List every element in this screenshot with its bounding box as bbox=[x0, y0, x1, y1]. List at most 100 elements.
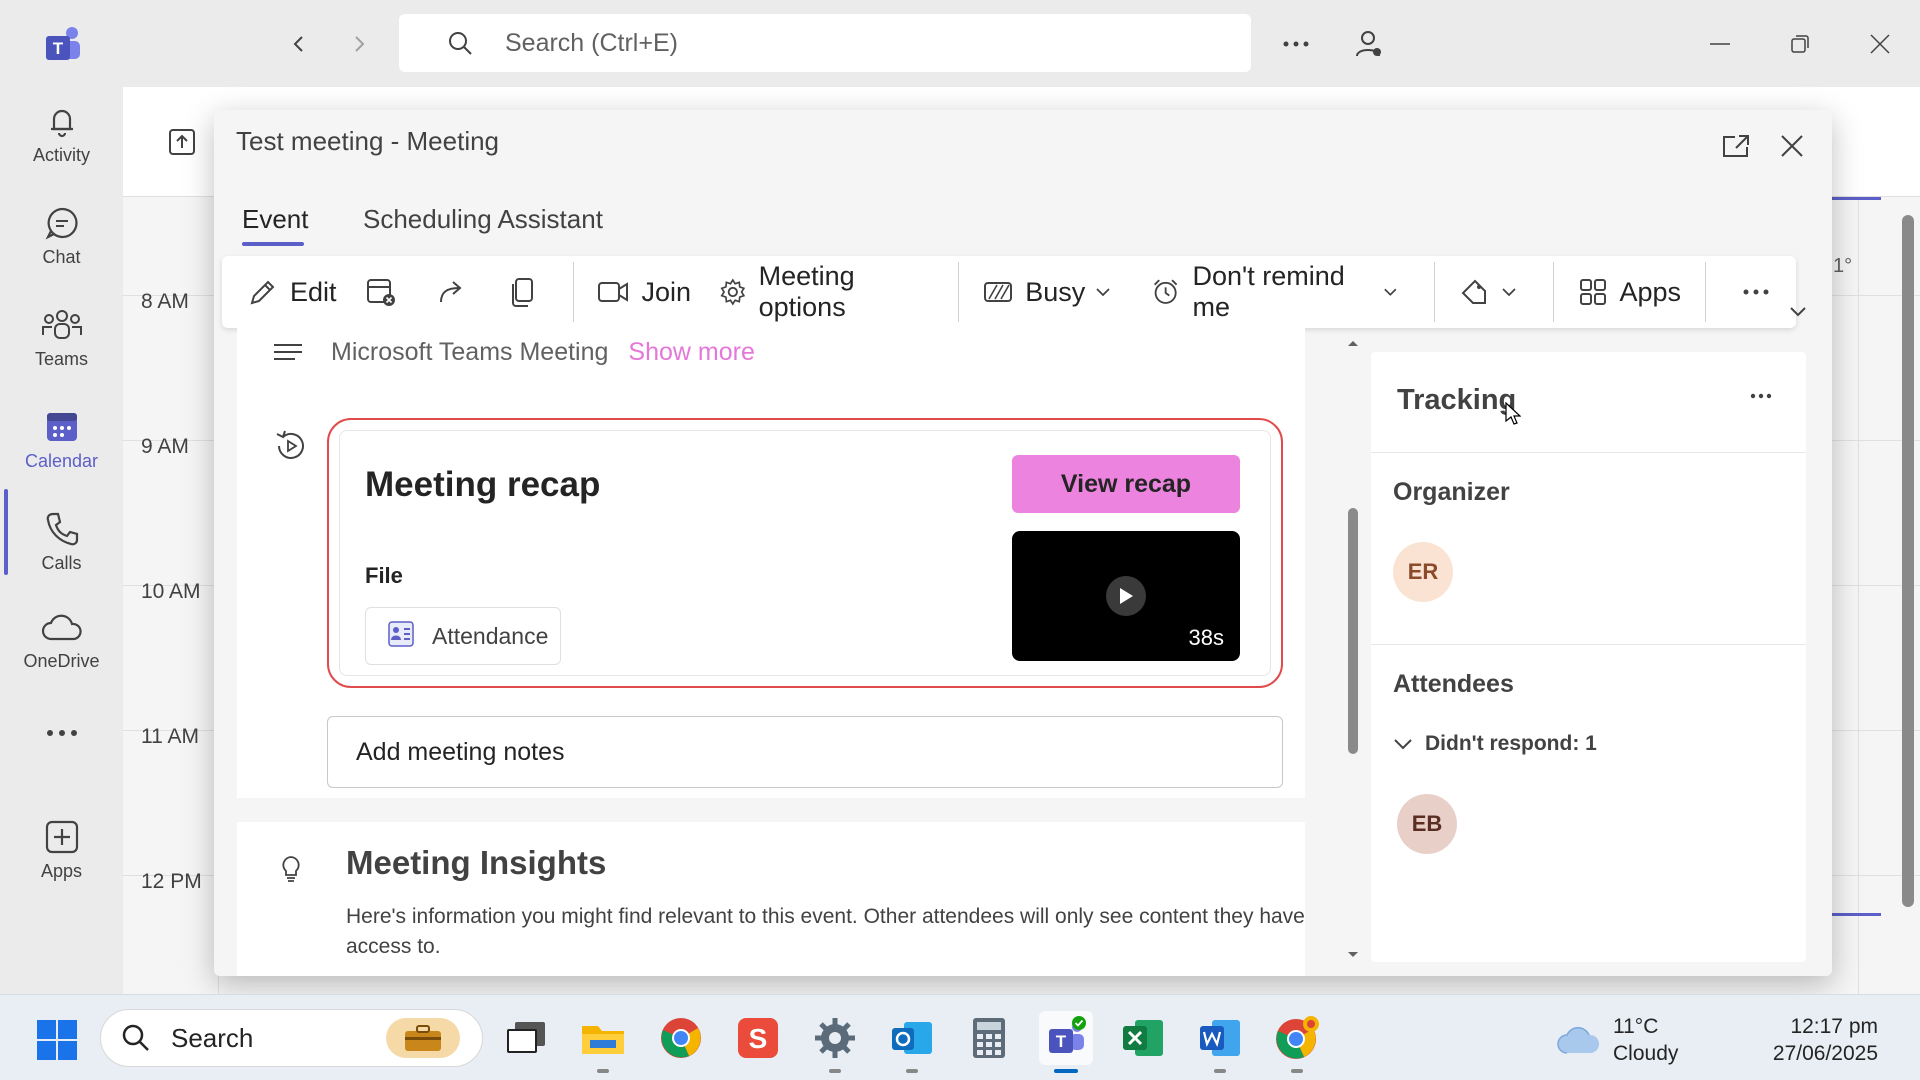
forward-meeting-button[interactable] bbox=[423, 256, 495, 328]
taskbar: Search S T 11°C Cloudy 12:17 pm 27/06/20… bbox=[0, 994, 1920, 1080]
teams-taskbar-icon[interactable]: T bbox=[1039, 1011, 1093, 1073]
apps-button[interactable]: Apps bbox=[1564, 256, 1696, 328]
excel-icon[interactable] bbox=[1116, 1011, 1170, 1065]
app-rail: Activity Chat Teams Calendar Calls OneDr… bbox=[0, 87, 123, 994]
reminder-dropdown[interactable]: Don't remind me bbox=[1137, 256, 1423, 328]
rail-label-calendar: Calendar bbox=[24, 451, 99, 471]
details-scrollbar-thumb[interactable] bbox=[1348, 508, 1358, 754]
close-window-button[interactable] bbox=[1858, 22, 1902, 66]
calendar-scrollbar[interactable] bbox=[1902, 215, 1914, 907]
profile-icon[interactable] bbox=[1348, 24, 1388, 64]
tab-event[interactable]: Event bbox=[242, 204, 309, 235]
insights-title: Meeting Insights bbox=[346, 844, 607, 881]
show-more-link[interactable]: Show more bbox=[628, 338, 754, 367]
description-icon bbox=[274, 343, 302, 360]
didnt-respond-label: Didn't respond: 1 bbox=[1425, 732, 1597, 755]
attendance-file[interactable]: Attendance bbox=[365, 607, 561, 665]
restore-button[interactable] bbox=[1778, 22, 1822, 66]
pop-out-button[interactable] bbox=[1718, 128, 1754, 164]
pencil-icon bbox=[250, 280, 275, 305]
chrome-profile-icon[interactable] bbox=[1270, 1011, 1324, 1073]
add-meeting-notes-button[interactable]: Add meeting notes bbox=[327, 716, 1283, 788]
today-icon[interactable] bbox=[167, 127, 197, 157]
rail-calendar[interactable]: Calendar bbox=[0, 407, 123, 472]
attendance-label: Attendance bbox=[432, 622, 549, 649]
attendance-report-icon bbox=[386, 619, 416, 654]
tracking-panel: Tracking Organizer ER Attendees Didn't r… bbox=[1371, 352, 1806, 962]
view-recap-button[interactable]: View recap bbox=[1012, 455, 1240, 513]
settings-gear-icon[interactable] bbox=[808, 1011, 862, 1073]
tracking-more-button[interactable] bbox=[1750, 386, 1772, 404]
active-app-indicator bbox=[1054, 1069, 1078, 1073]
cancel-meeting-button[interactable] bbox=[351, 256, 423, 328]
rail-more[interactable] bbox=[0, 729, 123, 737]
back-button[interactable] bbox=[281, 26, 317, 62]
running-indicator bbox=[597, 1069, 609, 1073]
organizer-heading: Organizer bbox=[1393, 478, 1510, 506]
rail-teams[interactable]: Teams bbox=[0, 305, 123, 370]
scroll-up-arrow-icon[interactable] bbox=[1346, 338, 1360, 348]
reminder-label: Don't remind me bbox=[1192, 261, 1345, 322]
avatar[interactable]: ER bbox=[1393, 542, 1453, 602]
rail-activity[interactable]: Activity bbox=[0, 101, 123, 166]
toolbar-divider bbox=[572, 262, 574, 322]
search-input[interactable]: Search (Ctrl+E) bbox=[399, 14, 1251, 72]
play-icon[interactable] bbox=[1106, 576, 1146, 616]
briefcase-icon bbox=[386, 1018, 460, 1058]
show-as-dropdown[interactable]: Busy bbox=[969, 256, 1137, 328]
wps-office-icon[interactable]: S bbox=[731, 1011, 785, 1065]
hour-label: 12 PM bbox=[141, 870, 202, 893]
more-options-icon[interactable] bbox=[1276, 24, 1316, 64]
tag-icon bbox=[1461, 279, 1486, 304]
apps-grid-icon bbox=[1579, 279, 1606, 305]
bell-icon bbox=[50, 109, 73, 138]
avatar[interactable]: EB bbox=[1397, 794, 1457, 854]
word-icon[interactable] bbox=[1193, 1011, 1247, 1073]
dialog-title: Test meeting - Meeting bbox=[236, 126, 500, 156]
rail-apps[interactable]: Apps bbox=[0, 817, 123, 882]
chevron-down-icon bbox=[1501, 288, 1516, 297]
tab-scheduling-assistant[interactable]: Scheduling Assistant bbox=[363, 204, 603, 235]
forward-button[interactable] bbox=[341, 26, 377, 62]
recording-thumbnail[interactable]: 38s bbox=[1012, 531, 1240, 661]
ellipsis-icon bbox=[1743, 289, 1769, 295]
rail-chat[interactable]: Chat bbox=[0, 203, 123, 268]
add-app-icon bbox=[45, 820, 78, 854]
description-text: Microsoft Teams Meeting bbox=[331, 338, 609, 366]
file-explorer-icon[interactable] bbox=[576, 1011, 630, 1073]
lightbulb-icon bbox=[279, 854, 309, 884]
chat-icon bbox=[45, 207, 78, 240]
rail-calls[interactable]: Calls bbox=[0, 509, 123, 574]
toolbar-expand-button[interactable] bbox=[1784, 298, 1812, 326]
calculator-icon[interactable] bbox=[962, 1011, 1016, 1065]
scroll-down-arrow-icon[interactable] bbox=[1346, 950, 1360, 960]
copy-meeting-button[interactable] bbox=[495, 256, 563, 328]
minimize-button[interactable] bbox=[1698, 22, 1742, 66]
meeting-options-button[interactable]: Meeting options bbox=[705, 256, 948, 328]
taskbar-search[interactable]: Search bbox=[100, 1009, 483, 1067]
rail-onedrive[interactable]: OneDrive bbox=[0, 611, 123, 672]
outlook-icon[interactable] bbox=[885, 1011, 939, 1073]
join-button[interactable]: Join bbox=[583, 256, 705, 328]
toolbar-divider bbox=[1705, 262, 1706, 322]
event-marker bbox=[1831, 913, 1881, 916]
category-dropdown[interactable] bbox=[1445, 256, 1543, 328]
calendar-icon bbox=[46, 413, 77, 441]
dialog-close-button[interactable] bbox=[1774, 128, 1810, 164]
chrome-icon[interactable] bbox=[654, 1011, 708, 1065]
rail-label-activity: Activity bbox=[32, 145, 90, 165]
edit-button[interactable]: Edit bbox=[222, 256, 351, 328]
weather-desc: Cloudy bbox=[1613, 1042, 1679, 1065]
windows-start-icon[interactable] bbox=[36, 1019, 78, 1066]
event-details: Microsoft Teams Meeting Show more Meetin… bbox=[237, 328, 1305, 798]
teams-logo-icon: T bbox=[40, 24, 82, 64]
task-view-icon[interactable] bbox=[499, 1011, 553, 1065]
forward-arrow-icon bbox=[439, 281, 462, 303]
apps-label: Apps bbox=[1619, 276, 1682, 307]
didnt-respond-toggle[interactable]: Didn't respond: 1 bbox=[1393, 732, 1597, 756]
busy-status-icon bbox=[984, 282, 1013, 302]
recap-title: Meeting recap bbox=[365, 465, 601, 504]
system-clock[interactable]: 12:17 pm 27/06/2025 bbox=[1773, 1013, 1878, 1067]
weather-widget[interactable]: 11°C Cloudy bbox=[1555, 1013, 1678, 1067]
day-divider bbox=[1858, 197, 1859, 994]
